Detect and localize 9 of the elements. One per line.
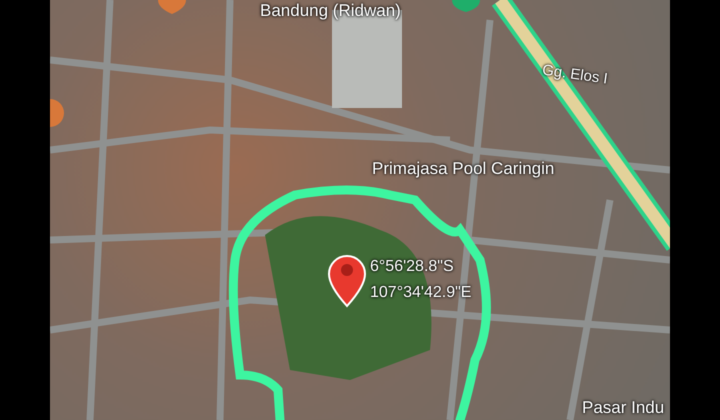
street-label: Gg. Elos I: [541, 62, 609, 88]
latitude-label: 6°56'28.8"S: [370, 258, 454, 276]
place-pin-icon[interactable]: [452, 0, 480, 12]
place-pin-icon[interactable]: [158, 0, 186, 14]
place-label: Pasar Indu: [582, 398, 664, 418]
longitude-label: 107°34'42.9"E: [370, 284, 472, 302]
location-pin-icon[interactable]: [328, 255, 366, 307]
place-label: Primajasa Pool Caringin: [372, 159, 554, 179]
place-pin-icon[interactable]: [50, 99, 64, 127]
